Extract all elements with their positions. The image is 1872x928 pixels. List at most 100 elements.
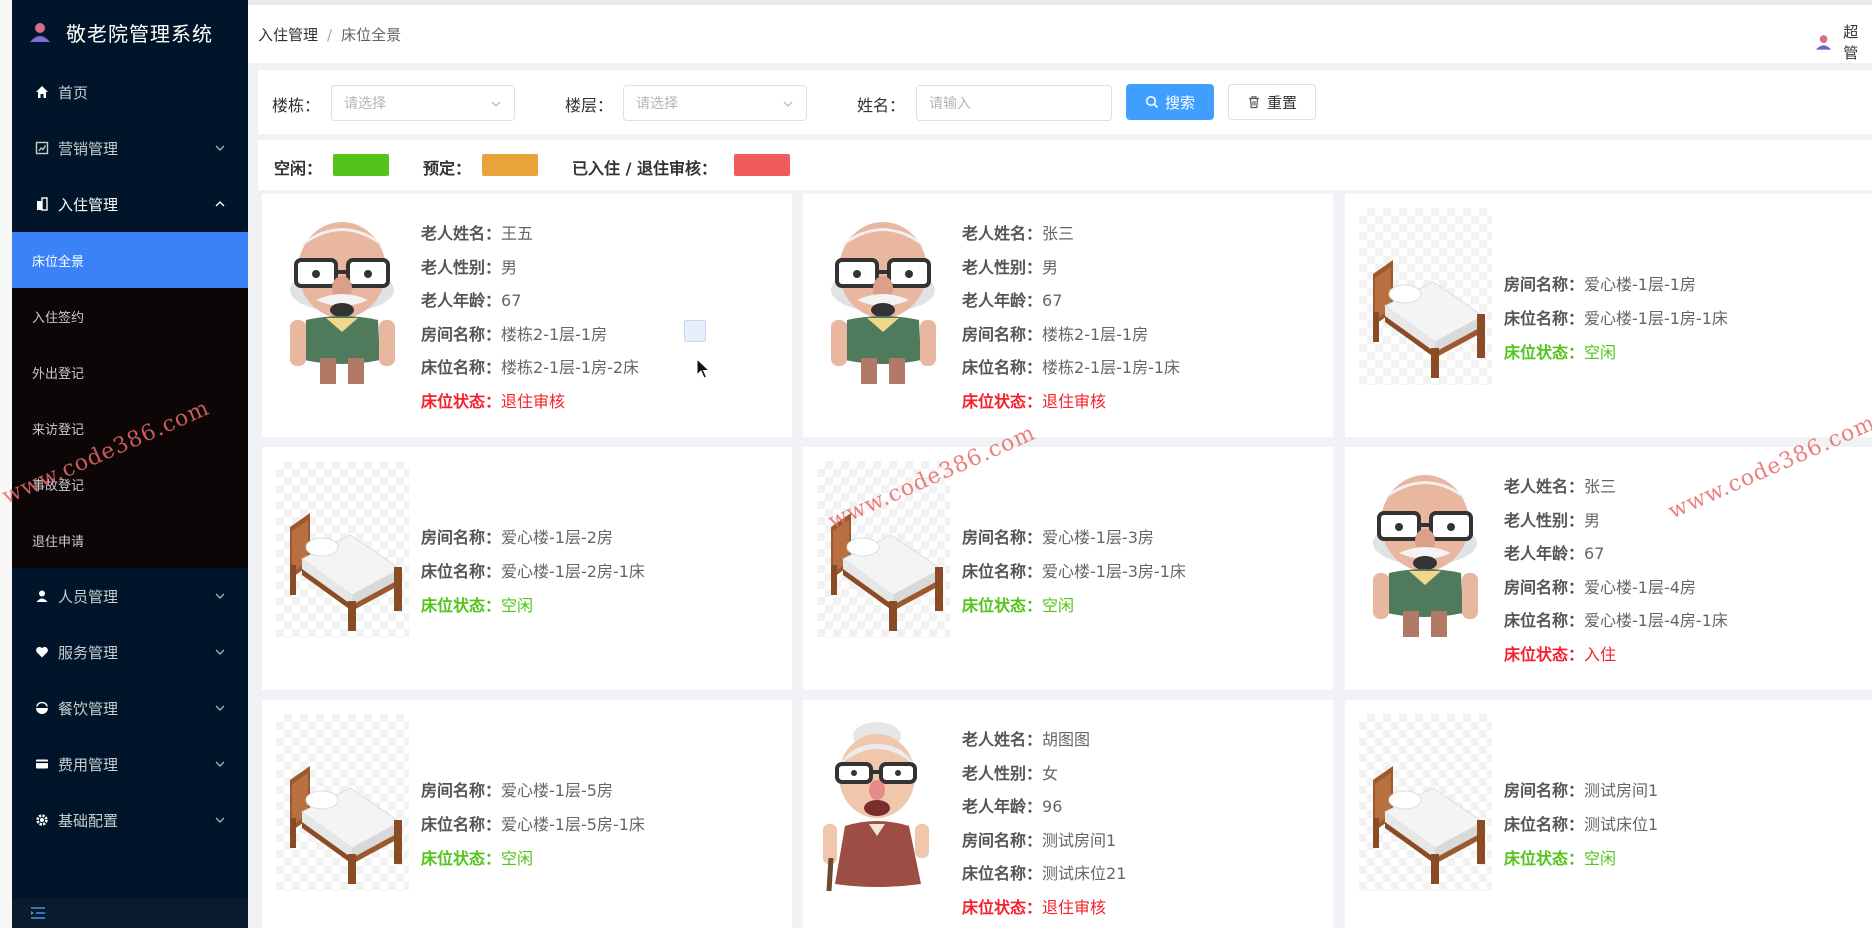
bed-card[interactable]: 房间名称：爱心楼-1层-2房 床位名称：爱心楼-1层-2房-1床 床位状态：空闲 — [262, 447, 792, 690]
bed-card[interactable]: 房间名称：爱心楼-1层-5房 床位名称：爱心楼-1层-5房-1床 床位状态：空闲 — [262, 700, 792, 928]
elder-name: 老人姓名：张三 — [1504, 473, 1616, 497]
elder-gender-value: 女 — [1042, 763, 1059, 783]
elder-gender: 老人性别：男 — [421, 254, 517, 278]
bed-status-value: 空闲 — [501, 849, 534, 868]
submenu-item-visitor-register[interactable]: 来访登记 — [12, 400, 248, 456]
elderly-woman-avatar — [817, 714, 950, 892]
bed-image — [817, 461, 950, 638]
menu-item-service[interactable]: 服务管理 — [12, 624, 248, 680]
mouse-cursor-icon — [696, 358, 710, 379]
trash-icon — [1248, 96, 1259, 109]
bed-card[interactable]: 房间名称：爱心楼-1层-3房 床位名称：爱心楼-1层-3房-1床 床位状态：空闲 — [803, 447, 1333, 690]
menu-item-catering[interactable]: 餐饮管理 — [12, 680, 248, 736]
elder-age: 老人年龄：67 — [1504, 540, 1604, 564]
home-icon — [34, 84, 50, 100]
marketing-icon — [34, 140, 50, 156]
floor-label: 楼层： — [565, 96, 614, 115]
reset-button[interactable]: 重置 — [1228, 84, 1316, 120]
menu-item-personnel[interactable]: 人员管理 — [12, 568, 248, 624]
bed-status-label: 床位状态： — [962, 392, 1043, 411]
elder-age-label: 老人年龄： — [421, 291, 502, 311]
submenu-item-checkout-request[interactable]: 退住申请 — [12, 512, 248, 568]
elder-gender-label: 老人性别： — [1504, 510, 1585, 530]
room-name-label: 房间名称： — [1504, 781, 1585, 800]
user-menu[interactable]: 超管 — [1814, 21, 1872, 63]
building-select-placeholder: 请选择 — [344, 96, 386, 112]
menu-item-label: 基础配置 — [58, 811, 119, 830]
app-title: 敬老院管理系统 — [66, 21, 213, 46]
breadcrumb: 入住管理 / 床位全景 — [258, 24, 401, 45]
submenu-item-accident-register[interactable]: 事故登记 — [12, 456, 248, 512]
submenu-item-checkin-contract[interactable]: 入住签约 — [12, 288, 248, 344]
bed-status: 床位状态：空闲 — [421, 592, 533, 616]
bed-card[interactable]: 老人姓名：张三 老人性别：男 老人年龄：67 房间名称：楼栋2-1层-1房 床位… — [803, 194, 1333, 437]
bed-card[interactable]: 房间名称：测试房间1 床位名称：测试床位1 床位状态：空闲 — [1345, 700, 1872, 928]
bed-name: 床位名称：楼栋2-1层-1房-1床 — [962, 354, 1180, 378]
bed-name-label: 床位名称： — [1504, 611, 1585, 631]
bed-card[interactable]: 房间名称：爱心楼-1层-1房 床位名称：爱心楼-1层-1房-1床 床位状态：空闲 — [1345, 194, 1872, 437]
sidebar-collapse-button[interactable] — [12, 898, 248, 928]
menu-item-label: 入住管理 — [58, 195, 119, 214]
menu-item-label: 营销管理 — [58, 139, 119, 158]
bed-name-label: 床位名称： — [421, 562, 502, 581]
bed-name-value: 爱心楼-1层-1房-1床 — [1584, 309, 1728, 328]
app-root: 敬老院管理系统 首页 营销管理 入住管理 床位全景 入住签约 外出登记 来访登记… — [0, 0, 1872, 928]
qr-code-icon[interactable] — [684, 320, 706, 342]
breadcrumb-item-checkin[interactable]: 入住管理 — [258, 26, 318, 44]
submenu-item-bed-overview[interactable]: 床位全景 — [12, 232, 248, 288]
sidebar: 敬老院管理系统 首页 营销管理 入住管理 床位全景 入住签约 外出登记 来访登记… — [0, 0, 248, 928]
bed-status: 床位状态：空闲 — [1504, 339, 1616, 363]
menu-item-label: 首页 — [58, 83, 89, 102]
bed-card[interactable]: 老人姓名：张三 老人性别：男 老人年龄：67 房间名称：爱心楼-1层-4房 床位… — [1345, 447, 1872, 690]
name-input-placeholder: 请输入 — [929, 96, 971, 112]
bed-card[interactable]: 老人姓名：胡图图 老人性别：女 老人年龄：96 房间名称：测试房间1 床位名称：… — [803, 700, 1333, 928]
menu-item-fees[interactable]: 费用管理 — [12, 736, 248, 792]
filter-bar: 楼栋： 请选择 楼层： 请选择 姓名： 请输入 搜索 重置 — [258, 70, 1872, 134]
bed-status-value: 空闲 — [1584, 849, 1617, 868]
elder-age-label: 老人年龄： — [962, 797, 1043, 817]
bed-name-value: 楼栋2-1层-1房-1床 — [1042, 358, 1181, 378]
bed-name: 床位名称：测试床位21 — [962, 860, 1126, 884]
elder-gender-label: 老人性别： — [962, 257, 1043, 277]
menu-item-checkin[interactable]: 入住管理 — [12, 176, 248, 232]
legend-free-swatch — [333, 154, 389, 176]
menu-fold-icon — [31, 907, 45, 919]
room-name-value: 测试房间1 — [1584, 781, 1659, 800]
room-name-label: 房间名称： — [421, 781, 502, 800]
bed-status: 床位状态：入住 — [1504, 641, 1616, 665]
room-name-value: 楼栋2-1层-1房 — [501, 324, 608, 344]
room-name: 房间名称：测试房间1 — [962, 827, 1116, 851]
building-select[interactable]: 请选择 — [331, 85, 515, 121]
room-name-value: 爱心楼-1层-4房 — [1584, 577, 1696, 597]
elder-name: 老人姓名：胡图图 — [962, 726, 1090, 750]
bed-status-label: 床位状态： — [1504, 343, 1585, 362]
legend-free-label: 空闲： — [274, 159, 323, 178]
breadcrumb-item-current: 床位全景 — [341, 25, 402, 44]
bed-card[interactable]: 老人姓名：王五 老人性别：男 老人年龄：67 房间名称：楼栋2-1层-1房 床位… — [262, 194, 792, 437]
name-input[interactable]: 请输入 — [916, 85, 1112, 121]
room-name-value: 爱心楼-1层-1房 — [1584, 275, 1696, 294]
bed-status: 床位状态：退住审核 — [962, 894, 1106, 918]
menu-item-marketing[interactable]: 营销管理 — [12, 120, 248, 176]
submenu-item-outing-register[interactable]: 外出登记 — [12, 344, 248, 400]
bed-name-value: 爱心楼-1层-3房-1床 — [1042, 562, 1186, 581]
room-name: 房间名称：测试房间1 — [1504, 777, 1658, 801]
elder-name: 老人姓名：王五 — [421, 220, 533, 244]
bed-name-label: 床位名称： — [962, 864, 1043, 884]
bed-status: 床位状态：空闲 — [421, 845, 533, 869]
search-button[interactable]: 搜索 — [1126, 84, 1214, 120]
menu-item-home[interactable]: 首页 — [12, 64, 248, 120]
gear-icon — [34, 812, 50, 828]
menu-item-base-config[interactable]: 基础配置 — [12, 792, 248, 848]
room-name-value: 爱心楼-1层-3房 — [1042, 528, 1154, 547]
elder-name-label: 老人姓名： — [962, 224, 1043, 243]
room-name: 房间名称：爱心楼-1层-3房 — [962, 524, 1154, 548]
room-name-value: 楼栋2-1层-1房 — [1042, 324, 1149, 344]
floor-select[interactable]: 请选择 — [623, 85, 807, 121]
elderly-man-avatar — [817, 208, 950, 385]
bed-status-label: 床位状态： — [1504, 645, 1585, 664]
elder-gender-label: 老人性别： — [421, 257, 502, 277]
bed-status-label: 床位状态： — [421, 392, 502, 411]
menu-item-label: 人员管理 — [58, 587, 119, 606]
bed-status-value: 空闲 — [501, 596, 534, 615]
